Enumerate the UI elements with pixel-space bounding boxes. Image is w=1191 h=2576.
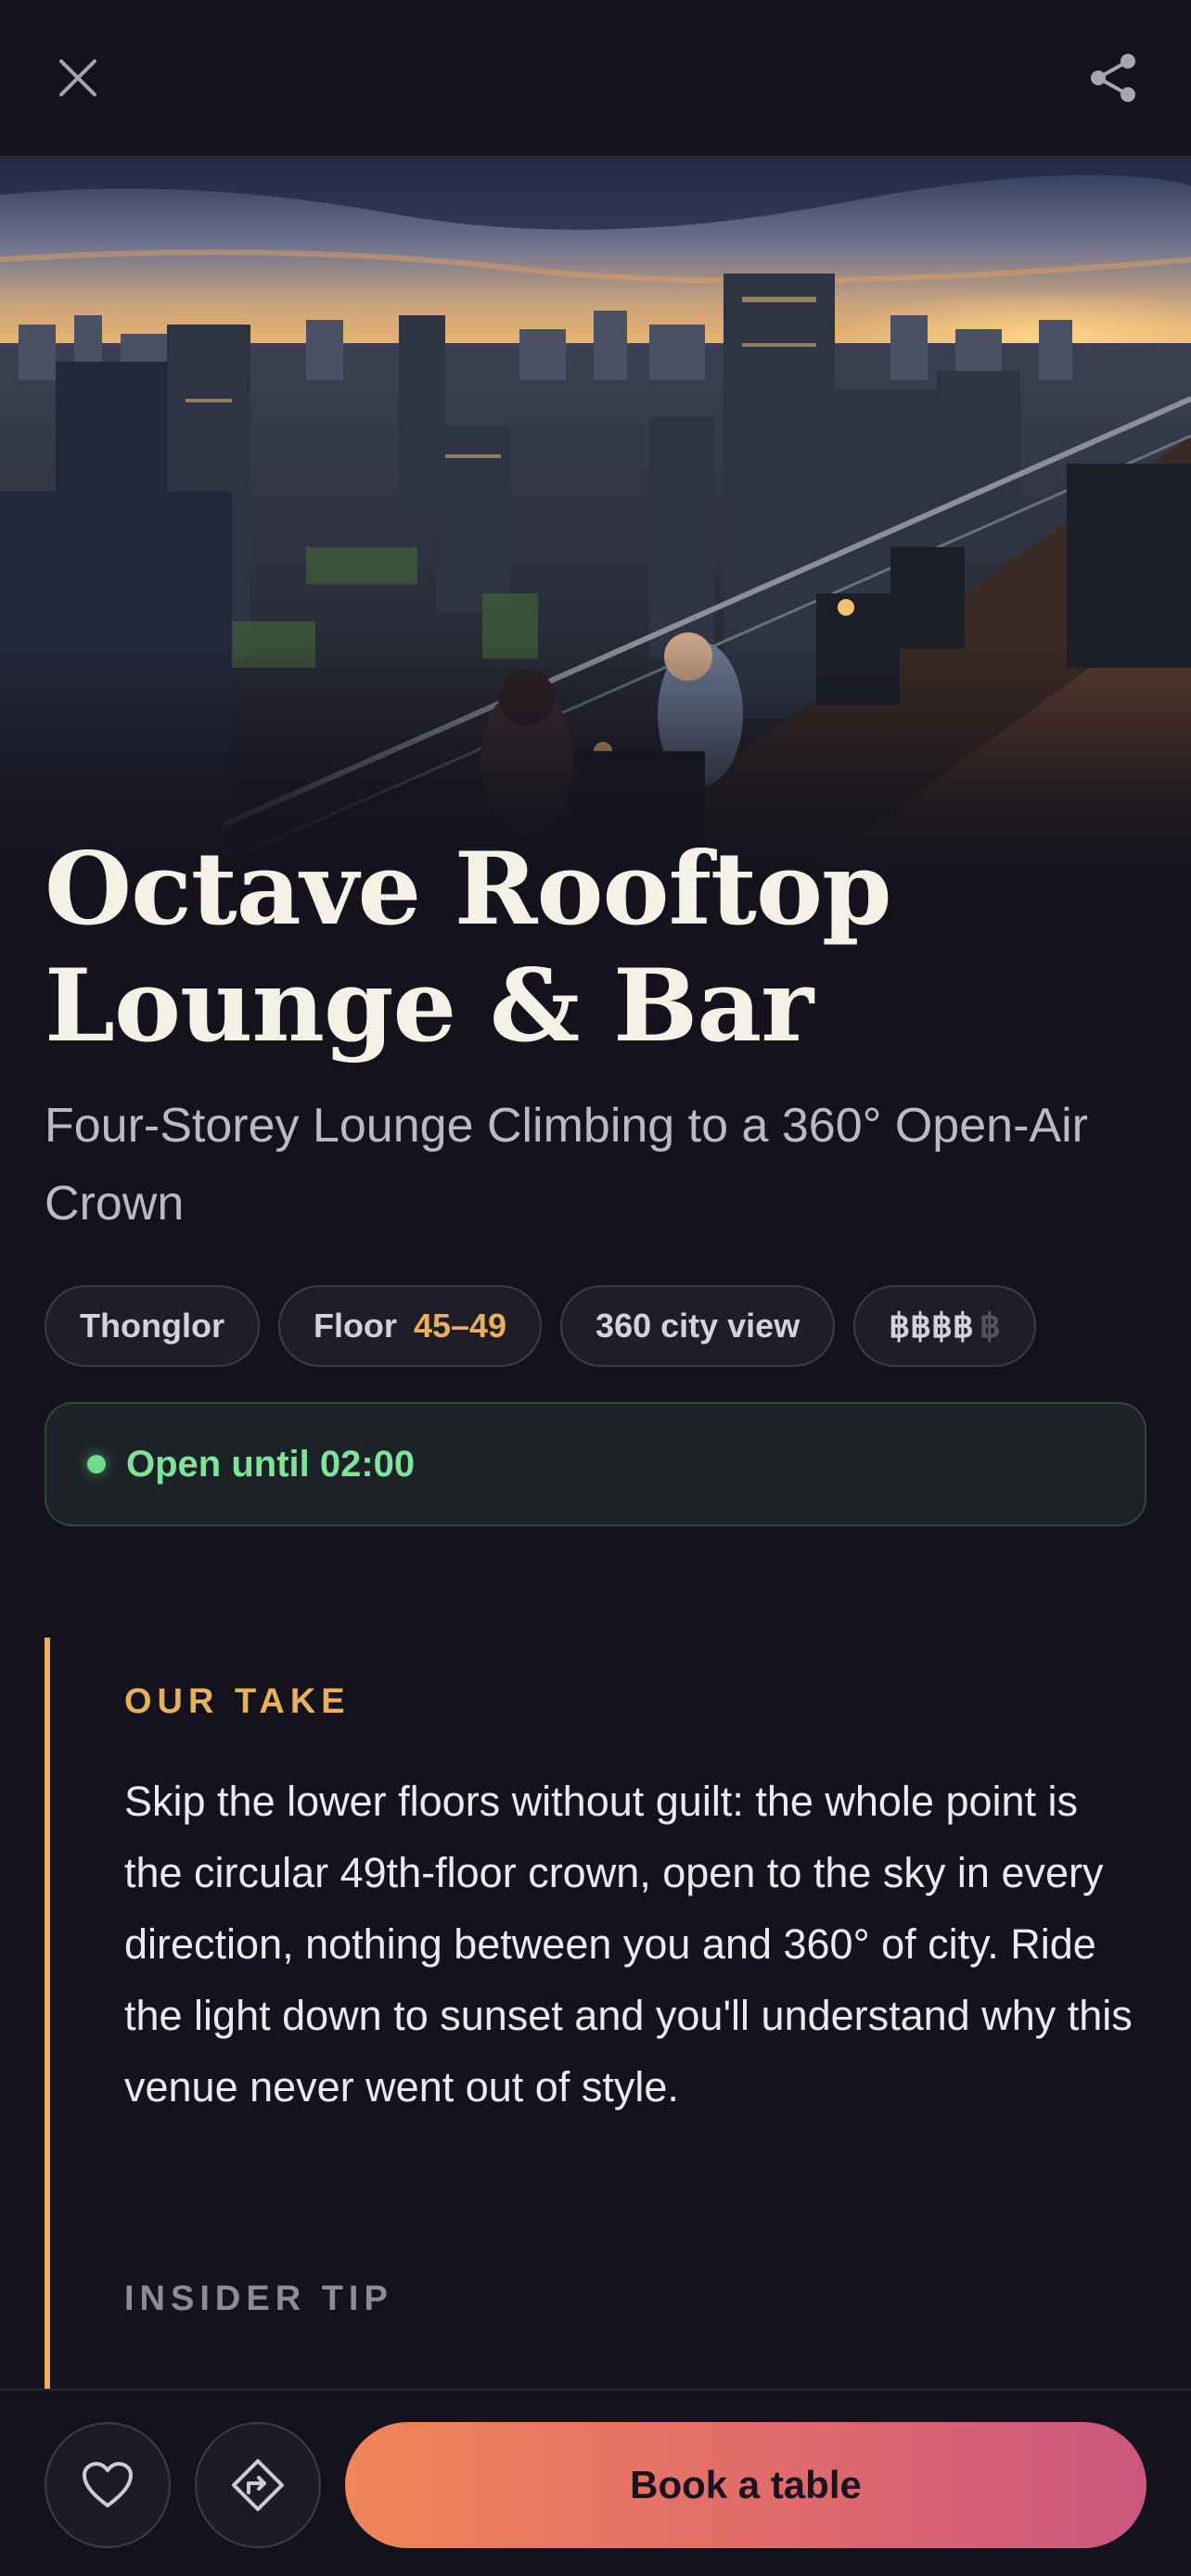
chip-neighborhood[interactable]: Thonglor (45, 1285, 260, 1367)
top-bar (0, 0, 1191, 158)
close-icon[interactable] (54, 54, 102, 102)
chip-view[interactable]: 360 city view (560, 1285, 836, 1367)
our-take-section: OUR TAKE Skip the lower floors without g… (45, 1638, 1146, 2389)
heart-icon (83, 2462, 133, 2507)
chip-floor-label: Floor (313, 1307, 397, 1345)
venue-subtitle: Four-Storey Lounge Climbing to a 360° Op… (45, 1099, 1088, 1231)
our-take-label: OUR TAKE (124, 1682, 351, 1721)
price-level-active: ฿฿฿฿ (889, 1307, 974, 1345)
price-level-inactive: ฿ (979, 1307, 1001, 1345)
chip-neighborhood-label: Thonglor (80, 1307, 224, 1345)
insider-tip-label: INSIDER TIP (124, 2279, 393, 2318)
chip-floor-value: 45–49 (413, 1307, 507, 1345)
status-dot-icon (87, 1455, 106, 1473)
directions-button[interactable] (195, 2422, 321, 2548)
chip-price[interactable]: ฿฿฿฿ ฿ (853, 1285, 1036, 1367)
open-status-text: Open until 02:00 (126, 1443, 416, 1485)
directions-icon (232, 2459, 284, 2511)
open-status-banner: Open until 02:00 (45, 1402, 1146, 1526)
bottom-action-bar: Book a table (0, 2389, 1191, 2576)
tag-chips: Thonglor Floor 45–49 360 city view ฿฿฿฿ … (45, 1285, 1036, 1367)
favorite-button[interactable] (45, 2422, 171, 2548)
book-table-button[interactable]: Book a table (345, 2422, 1146, 2548)
our-take-body: Skip the lower floors without guilt: the… (124, 1778, 1133, 2111)
book-table-label: Book a table (630, 2463, 862, 2506)
chip-floor[interactable]: Floor 45–49 (277, 1285, 543, 1367)
share-icon[interactable] (1085, 50, 1141, 106)
chip-view-label: 360 city view (596, 1307, 800, 1345)
venue-title: Octave Rooftop Lounge & Bar (45, 831, 892, 1065)
hero-image (0, 158, 1191, 881)
